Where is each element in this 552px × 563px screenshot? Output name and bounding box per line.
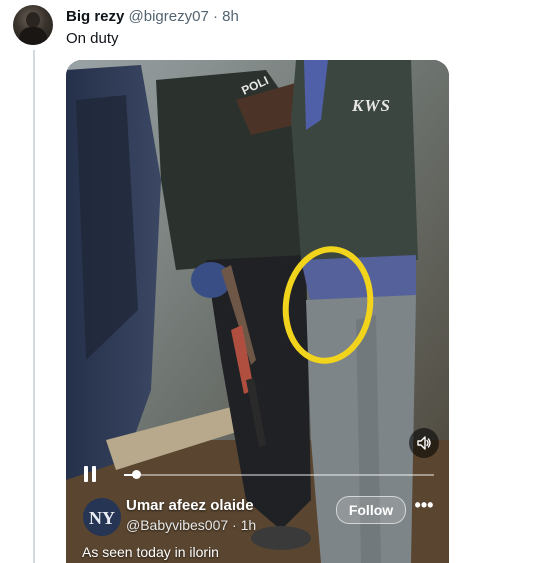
author-handle[interactable]: @bigrezy07 (129, 8, 209, 25)
speaker-icon (417, 436, 431, 450)
author-name[interactable]: Big rezy (66, 8, 124, 25)
tweet-header: Big rezy @bigrezy07 · 8h (66, 7, 239, 27)
pause-icon (84, 466, 88, 482)
video-player[interactable]: POLI KWS NY Umar afeez olaide @Babyvibes… (66, 60, 449, 563)
progress-bar[interactable] (124, 470, 434, 479)
svg-text:NY: NY (89, 508, 115, 528)
pause-icon-bar (92, 466, 96, 482)
pause-button[interactable] (84, 466, 98, 484)
embed-author-avatar[interactable]: NY (83, 498, 121, 536)
author-avatar[interactable] (13, 5, 53, 45)
yankees-logo-icon: NY (83, 498, 121, 536)
separator-dot: · (212, 8, 218, 25)
video-caption: As seen today in ilorin (82, 544, 219, 560)
tweet-time[interactable]: 8h (222, 8, 239, 25)
vest-lettering: KWS (352, 96, 391, 115)
more-options-button[interactable]: ••• (412, 494, 436, 518)
mute-toggle-button[interactable] (409, 428, 439, 458)
avatar-head (26, 12, 40, 28)
tweet-text: On duty (66, 30, 119, 47)
avatar-body (19, 27, 47, 45)
follow-button[interactable]: Follow (336, 496, 406, 524)
video-frame: POLI (66, 60, 449, 563)
embed-author-name[interactable]: Umar afeez olaide (126, 497, 254, 514)
embed-author-handle[interactable]: @Babyvibes007 · 1h (126, 517, 256, 533)
thread-line (33, 50, 35, 563)
